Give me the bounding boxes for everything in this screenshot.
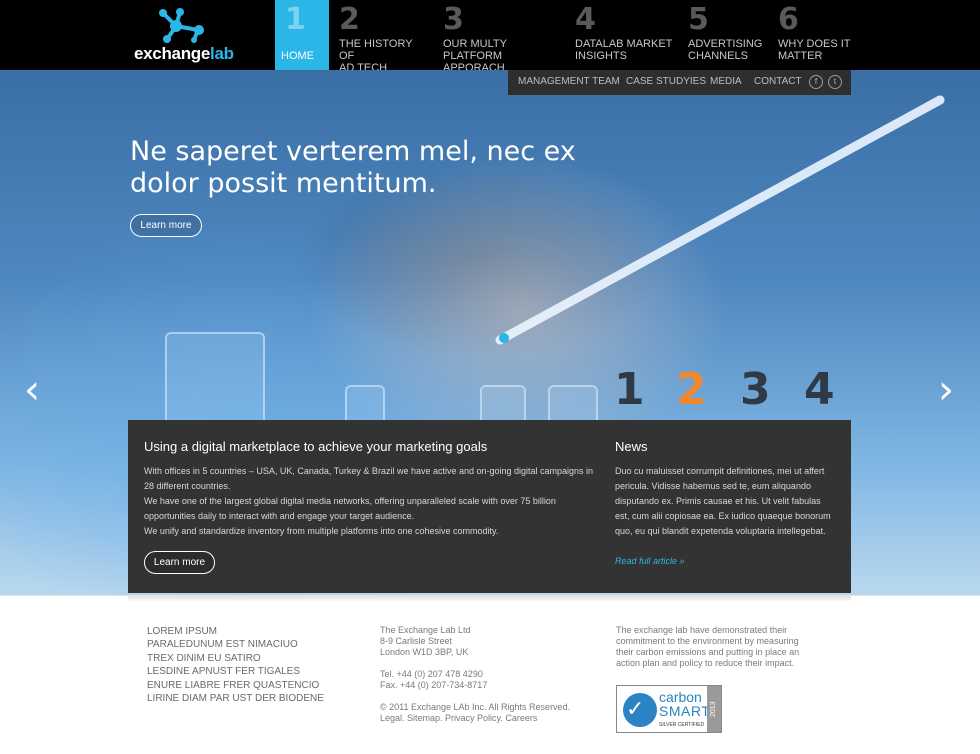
footer-link[interactable]: LOREM IPSUM — [147, 625, 367, 638]
footer-links: LOREM IPSUM PARALEDUNUM EST NIMACIUO TRE… — [147, 625, 367, 705]
panel-paragraph: With offices in 5 countries – USA, UK, C… — [144, 466, 594, 491]
slide-indicator-3[interactable]: 3 — [740, 366, 771, 414]
address-line: 8-9 Carlisle Street — [380, 636, 453, 646]
badge-year: 2013 — [707, 686, 721, 732]
nav-item-home[interactable]: 1 HOME — [275, 0, 329, 70]
slide-indicator-1[interactable]: 1 — [614, 366, 645, 414]
panel-shadow — [128, 596, 851, 602]
footer-link[interactable]: LIRINE DIAM PAR UST DER BIODENE — [147, 692, 367, 705]
read-full-article-link[interactable]: Read full article » — [615, 556, 685, 566]
prev-slide-arrow-icon[interactable]: ‹ — [24, 370, 48, 410]
nav-number: 6 — [778, 2, 799, 37]
secondary-nav: MANAGEMENT TEAM CASE STUDYIES MEDIA CONT… — [508, 70, 851, 95]
footer-link[interactable]: TREX DINIM EU SATIRO — [147, 652, 367, 665]
footer-link[interactable]: PARALEDUNUM EST NIMACIUO — [147, 638, 367, 651]
panel-body: With offices in 5 countries – USA, UK, C… — [144, 464, 594, 539]
nav-number: 1 — [285, 2, 306, 37]
hero-learn-more-button[interactable]: Learn more — [130, 214, 202, 237]
panel-paragraph: We have one of the largest global digita… — [144, 496, 556, 521]
environment-statement: The exchange lab have demonstrated their… — [616, 625, 800, 668]
molecule-icon — [159, 8, 204, 43]
panel-paragraph: We unify and standardize inventory from … — [144, 526, 499, 536]
footer-link[interactable]: ENURE LIABRE FRER QUASTENCIO — [147, 679, 367, 692]
company-address: The Exchange Lab Ltd 8-9 Carlisle Street… — [380, 625, 600, 724]
badge-line2: SMART — [659, 703, 711, 719]
nav-item-why[interactable]: 6 WHY DOES IT MATTER — [768, 0, 868, 70]
logo-wordmark: exchangelab — [134, 44, 234, 63]
exchangelab-logo[interactable]: exchangelab — [134, 8, 244, 64]
next-slide-arrow-icon[interactable]: › — [938, 370, 962, 410]
subnav-case-studies[interactable]: CASE STUDYIES — [626, 76, 706, 87]
company-name: The Exchange Lab Ltd — [380, 625, 471, 635]
news-title: News — [615, 439, 648, 454]
panel-title: Using a digital marketplace to achieve y… — [144, 439, 488, 454]
nav-item-datalab[interactable]: 4 DATALAB MARKET INSIGHTS — [565, 0, 677, 70]
slide-indicator-4[interactable]: 4 — [804, 366, 835, 414]
hero-headline: Ne saperet verterem mel, nec ex dolor po… — [130, 136, 576, 199]
nav-label: THE HISTORY OF AD TECH — [339, 38, 413, 74]
subnav-contact[interactable]: CONTACT — [754, 76, 802, 87]
nav-label: WHY DOES IT MATTER — [778, 38, 851, 62]
slide-indicator-2[interactable]: 2 — [676, 366, 707, 414]
nav-item-history[interactable]: 2 THE HISTORY OF AD TECH — [329, 0, 429, 74]
twitter-icon[interactable]: t — [828, 75, 842, 89]
nav-item-platform[interactable]: 3 OUR MULTY PLATFORM APPORACH — [433, 0, 561, 74]
top-header: exchangelab 1 HOME 2 THE HISTORY OF AD T… — [0, 0, 980, 74]
subnav-media[interactable]: MEDIA — [710, 76, 742, 87]
panel-learn-more-button[interactable]: Learn more — [144, 551, 215, 574]
subnav-management-team[interactable]: MANAGEMENT TEAM — [518, 76, 620, 87]
checkmark-icon: ✓ — [626, 696, 645, 721]
badge-line3: SILVER CERTIFIED — [659, 722, 705, 728]
news-body: Duo cu maluisset corrumpit definitiones,… — [615, 466, 831, 536]
footer: LOREM IPSUM PARALEDUNUM EST NIMACIUO TRE… — [0, 595, 980, 754]
nav-label: ADVERTISING CHANNELS — [688, 38, 763, 62]
nav-item-advertising[interactable]: 5 ADVERTISING CHANNELS — [678, 0, 770, 70]
nav-label: DATALAB MARKET INSIGHTS — [575, 38, 673, 62]
copyright: © 2011 Exchange LAb Inc. All Rights Rese… — [380, 702, 571, 712]
info-panel: Using a digital marketplace to achieve y… — [128, 420, 851, 593]
pipette-graphic — [495, 95, 945, 345]
address-line: London W1D 3BP, UK — [380, 647, 469, 657]
nav-number: 3 — [443, 2, 464, 37]
legal-links[interactable]: Legal. Sitemap. Privacy Policy. Careers — [380, 713, 600, 724]
footer-link[interactable]: LESDINE APNUST FER TIGALES — [147, 665, 367, 678]
nav-number: 5 — [688, 2, 709, 37]
nav-label: HOME — [281, 50, 314, 62]
carbon-smart-badge: ✓ carbon SMART SILVER CERTIFIED 2013 — [616, 685, 722, 733]
nav-number: 4 — [575, 2, 596, 37]
nav-number: 2 — [339, 2, 360, 37]
facebook-icon[interactable]: f — [809, 75, 823, 89]
telephone: Tel. +44 (0) 207 478 4290 — [380, 669, 483, 679]
fax: Fax. +44 (0) 207-734-8717 — [380, 680, 488, 690]
nav-label: OUR MULTY PLATFORM APPORACH — [443, 38, 507, 74]
